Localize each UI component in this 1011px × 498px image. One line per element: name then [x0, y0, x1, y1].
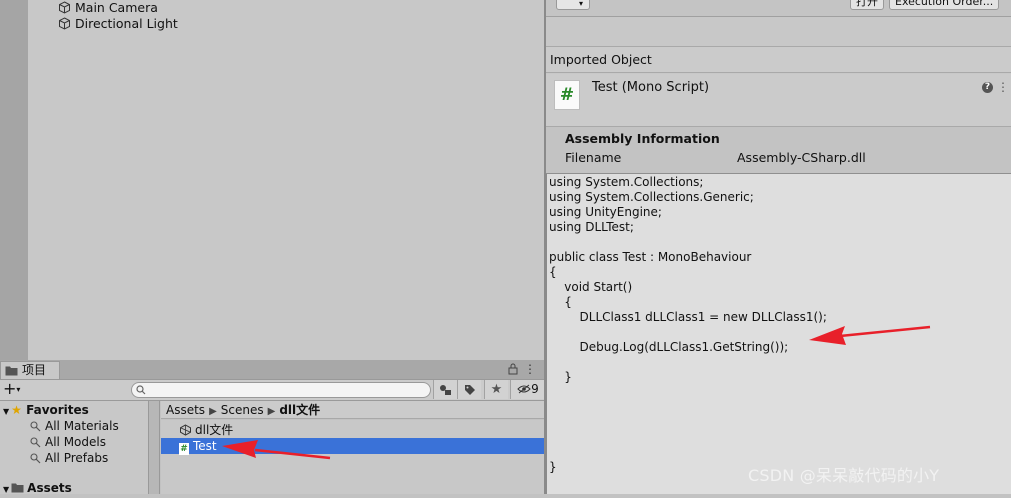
red-arrow-icon [809, 325, 931, 345]
annotation-overlay [222, 325, 931, 460]
watermark: CSDN @呆呆敲代码的小Y [748, 466, 940, 485]
red-arrow-icon [222, 440, 331, 460]
